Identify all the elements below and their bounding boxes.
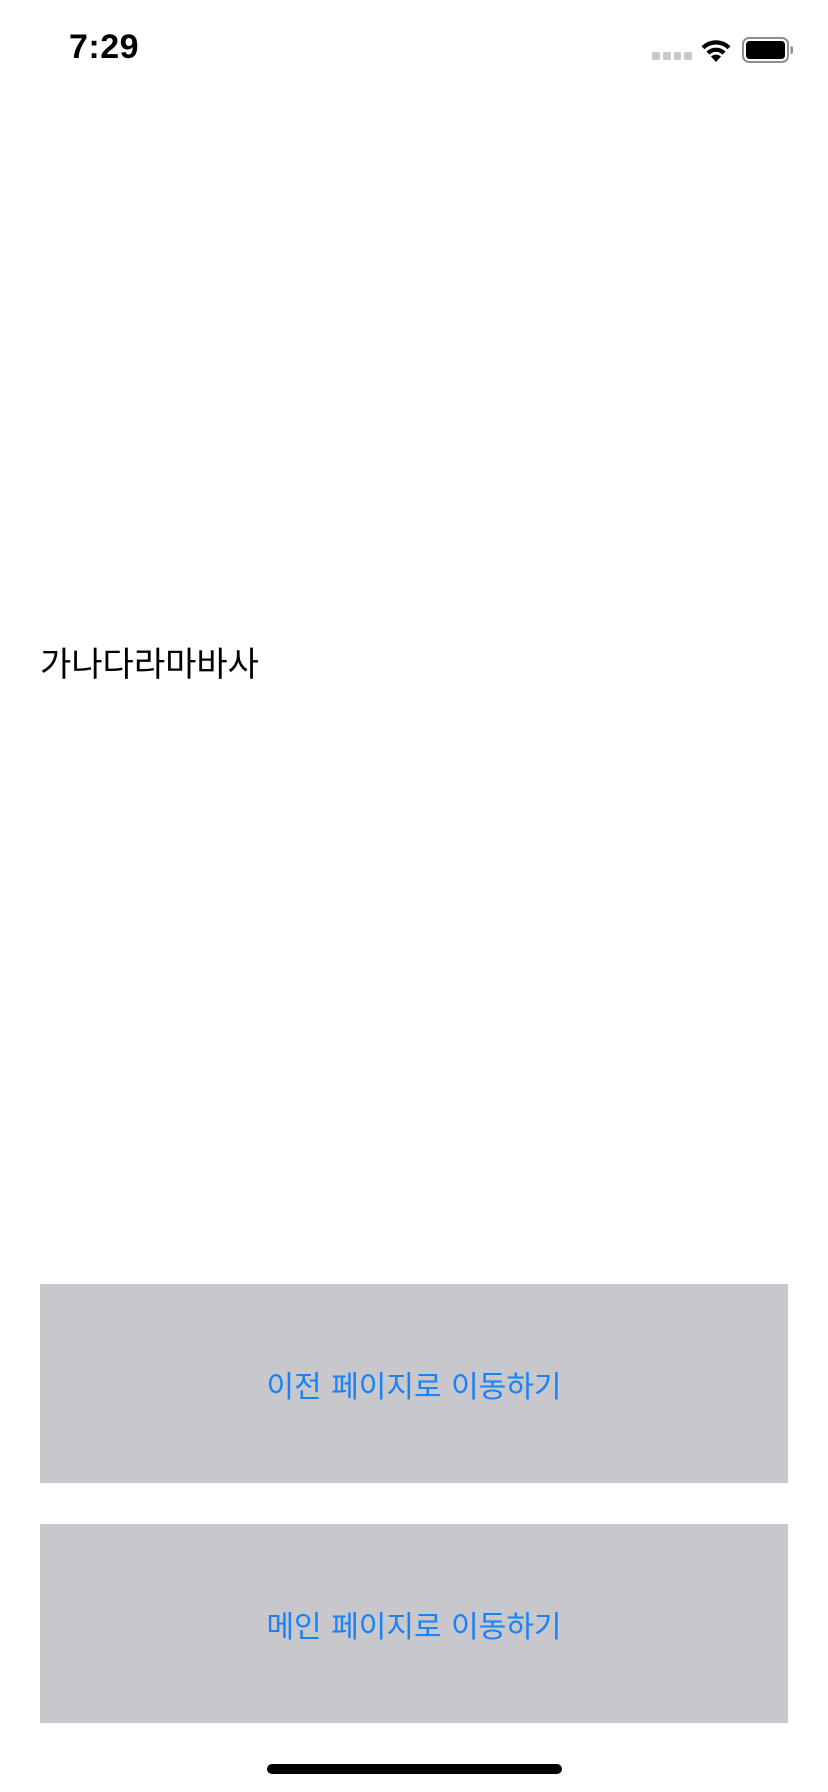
status-bar: 7:29 [0,0,828,100]
main-page-button-label: 메인 페이지로 이동하기 [266,1609,562,1645]
app-screen: 7:29 가나다라마바사 이전 페이지로 이동하기 메인 페이지로 이동하기 [0,0,828,1792]
previous-page-button-label: 이전 페이지로 이동하기 [266,1369,562,1405]
home-indicator[interactable] [267,1764,562,1774]
battery-icon [742,37,793,63]
main-page-button[interactable]: 메인 페이지로 이동하기 [40,1524,788,1723]
main-label: 가나다라마바사 [40,645,259,685]
cellular-signal-icon [652,52,692,62]
wifi-icon [701,40,731,62]
status-time: 7:29 [69,28,140,66]
previous-page-button[interactable]: 이전 페이지로 이동하기 [40,1284,788,1483]
